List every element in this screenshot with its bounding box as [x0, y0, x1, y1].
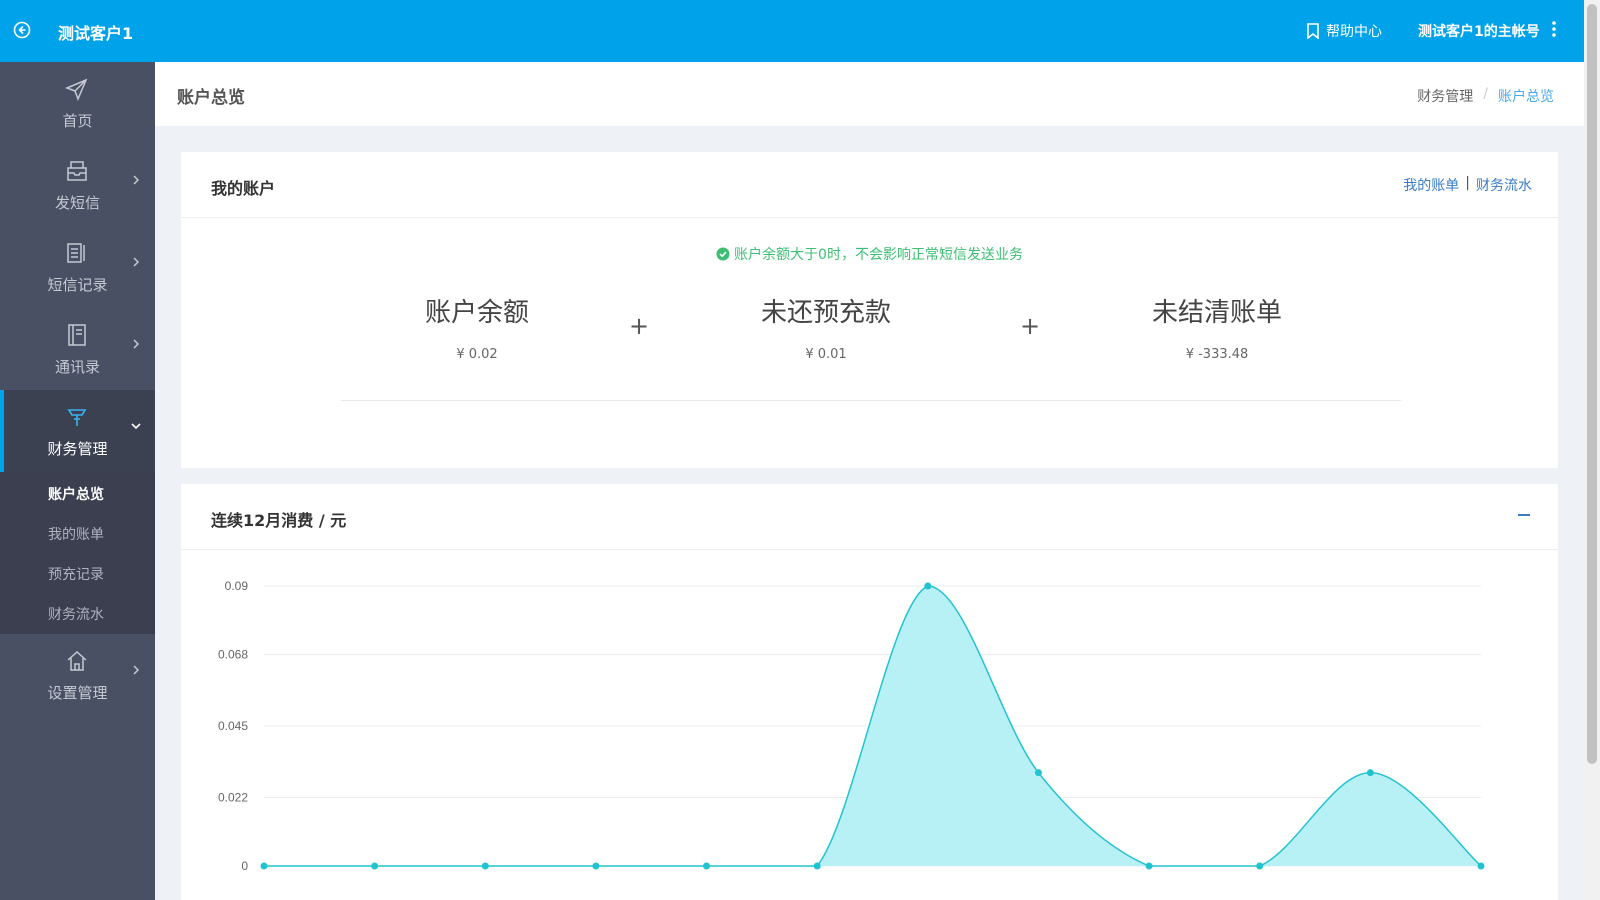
finance-flow-link[interactable]: 财务流水 — [1476, 175, 1532, 195]
data-point — [703, 862, 711, 870]
balance-notice-text: 账户余额大于0时，不会影响正常短信发送业务 — [734, 247, 1023, 263]
stat-name: 账户余额 — [424, 298, 529, 328]
chevron-right-icon — [133, 339, 140, 349]
log-icon — [67, 243, 85, 263]
sidebar: 首页 发短信 短信记录 通讯录 财务管理 账户总览 我的账单 预充记录 财务流水… — [0, 62, 155, 900]
back-circle-icon[interactable] — [12, 20, 32, 40]
account-menu[interactable]: 测试客户1的主帐号 — [1418, 21, 1540, 41]
page-header: 账户总览 财务管理 / 账户总览 — [155, 62, 1584, 126]
help-center-link[interactable]: 帮助中心 — [1306, 21, 1382, 41]
data-point — [1477, 862, 1485, 870]
top-bar: 测试客户1 帮助中心 测试客户1的主帐号 — [0, 0, 1584, 62]
sidebar-item-label: 财务管理 — [47, 440, 108, 458]
check-circle-icon — [716, 247, 730, 261]
my-bills-link[interactable]: 我的账单 — [1403, 175, 1459, 195]
spend-chart: 0 0.022 0.045 0.068 0.09 — [218, 579, 1485, 873]
chevron-right-icon — [133, 257, 140, 267]
y-tick-label: 0.068 — [218, 647, 248, 661]
data-point — [1034, 769, 1042, 777]
card-links: 我的账单 | 财务流水 — [1403, 175, 1532, 195]
data-point — [1145, 862, 1153, 870]
submenu-item-prepay-records[interactable]: 预充记录 — [48, 564, 104, 584]
stat-name: 未结清账单 — [1151, 298, 1282, 328]
plus-sign: + — [629, 312, 650, 340]
card-title: 连续12月消费 / 元 — [211, 511, 347, 530]
chevron-down-icon — [131, 423, 141, 430]
breadcrumb: 财务管理 / 账户总览 — [1417, 86, 1554, 106]
breadcrumb-separator: / — [1483, 86, 1488, 102]
y-tick-label: 0 — [241, 859, 248, 873]
balance-notice: 账户余额大于0时，不会影响正常短信发送业务 — [181, 244, 1558, 264]
submenu-item-account-overview[interactable]: 账户总览 — [48, 484, 104, 504]
contacts-icon — [68, 324, 86, 346]
stat-account-balance: 账户余额 ¥ 0.02 — [357, 292, 597, 362]
sidebar-item-home[interactable]: 首页 — [0, 62, 155, 144]
y-tick-label: 0.045 — [218, 719, 248, 733]
send-icon — [64, 78, 88, 102]
link-separator: | — [1465, 175, 1470, 191]
help-center-label: 帮助中心 — [1326, 24, 1382, 40]
scrollbar[interactable] — [1584, 0, 1600, 900]
monthly-spend-card: 连续12月消费 / 元 0 0.022 0.045 0.068 0.09 — [181, 484, 1558, 900]
sidebar-item-label: 设置管理 — [47, 684, 108, 702]
data-point — [924, 582, 932, 590]
sidebar-item-sms-records[interactable]: 短信记录 — [0, 226, 155, 308]
finance-submenu: 账户总览 我的账单 预充记录 财务流水 — [0, 472, 155, 634]
stat-value: ¥ 0.02 — [456, 347, 498, 362]
data-point — [481, 862, 489, 870]
divider — [341, 400, 1401, 401]
sidebar-item-label: 通讯录 — [54, 358, 100, 376]
my-account-card: 我的账户 我的账单 | 财务流水 账户余额大于0时，不会影响正常短信发送业务 账… — [181, 152, 1558, 468]
stat-unpaid-prepay: 未还预充款 ¥ 0.01 — [706, 292, 946, 362]
bookmark-icon — [1307, 23, 1319, 39]
card-header: 连续12月消费 / 元 — [181, 484, 1558, 550]
stat-name: 未还预充款 — [760, 298, 891, 328]
scrollbar-thumb[interactable] — [1587, 4, 1597, 764]
sidebar-item-label: 首页 — [62, 112, 93, 130]
sidebar-item-finance[interactable]: 财务管理 — [0, 390, 155, 472]
data-point — [592, 862, 600, 870]
finance-icon — [67, 409, 87, 426]
sidebar-item-contacts[interactable]: 通讯录 — [0, 308, 155, 390]
sidebar-item-settings[interactable]: 设置管理 — [0, 634, 155, 716]
data-point — [1366, 769, 1374, 777]
breadcrumb-item-current: 账户总览 — [1498, 89, 1554, 105]
data-point — [813, 862, 821, 870]
card-header: 我的账户 我的账单 | 财务流水 — [181, 152, 1558, 218]
home-icon — [67, 650, 87, 671]
sidebar-item-send-sms[interactable]: 发短信 — [0, 144, 155, 226]
data-point — [371, 862, 379, 870]
breadcrumb-item-finance[interactable]: 财务管理 — [1417, 86, 1473, 106]
chevron-right-icon — [133, 665, 140, 675]
sidebar-item-label: 发短信 — [54, 194, 100, 212]
submenu-item-my-bills[interactable]: 我的账单 — [48, 524, 104, 544]
brand-name: 测试客户1 — [58, 24, 134, 43]
card-title: 我的账户 — [211, 179, 276, 198]
collapse-icon[interactable] — [1518, 514, 1530, 516]
y-tick-label: 0.09 — [225, 579, 249, 593]
sidebar-item-label: 短信记录 — [47, 276, 108, 294]
more-vertical-icon[interactable] — [1550, 18, 1558, 40]
submenu-item-finance-flow[interactable]: 财务流水 — [48, 604, 104, 624]
stat-unsettled-bills: 未结清账单 ¥ -333.48 — [1097, 292, 1337, 362]
stat-value: ¥ -333.48 — [1185, 347, 1249, 362]
page-title: 账户总览 — [177, 88, 245, 108]
inbox-icon — [67, 161, 87, 181]
y-tick-label: 0.022 — [218, 791, 248, 805]
data-point — [260, 862, 268, 870]
stat-value: ¥ 0.01 — [805, 347, 847, 362]
plus-sign: + — [1020, 312, 1041, 340]
data-point — [1256, 862, 1264, 870]
chevron-right-icon — [133, 175, 140, 185]
